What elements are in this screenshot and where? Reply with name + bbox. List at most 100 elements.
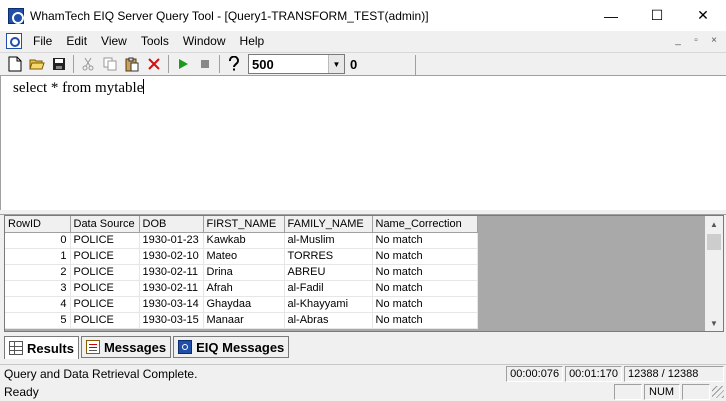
row-limit-value[interactable]: 500 — [249, 57, 328, 72]
table-row[interactable]: 5 POLICE 1930-03-15 Manaar al-Abras No m… — [5, 312, 478, 329]
cell-rowid[interactable]: 3 — [5, 280, 71, 297]
title-bar: WhamTech EIQ Server Query Tool - [Query1… — [0, 0, 726, 31]
mdi-minimize-button[interactable]: _ — [670, 34, 686, 48]
column-header-dob[interactable]: DOB — [139, 216, 204, 233]
cell-name-correction[interactable]: No match — [372, 296, 478, 313]
ready-text: Ready — [4, 385, 39, 399]
table-row[interactable]: 0 POLICE 1930-01-23 Kawkab al-Muslim No … — [5, 232, 478, 249]
mdi-close-button[interactable]: × — [706, 34, 722, 48]
maximize-button[interactable]: ☐ — [634, 0, 680, 31]
minimize-button[interactable]: — — [588, 0, 634, 31]
document-system-icon[interactable] — [6, 33, 22, 49]
menu-bar: File Edit View Tools Window Help _ ▫ × — [0, 31, 726, 51]
cell-dob[interactable]: 1930-02-11 — [139, 280, 204, 297]
query-text[interactable]: select * from mytable — [13, 79, 145, 97]
result-tabs: Results Messages EIQ Messages — [4, 336, 290, 359]
results-grid[interactable]: RowID Data Source DOB FIRST_NAME FAMILY_… — [4, 215, 724, 332]
scroll-down-icon[interactable]: ▼ — [705, 315, 723, 331]
cell-first-name[interactable]: Drina — [203, 264, 285, 281]
menu-edit[interactable]: Edit — [59, 31, 94, 51]
cell-family-name[interactable]: TORRES — [284, 248, 373, 265]
chevron-down-icon[interactable]: ▼ — [328, 55, 344, 73]
cell-data-source[interactable]: POLICE — [70, 248, 140, 265]
cell-data-source[interactable]: POLICE — [70, 312, 140, 329]
messages-icon — [85, 340, 100, 354]
status-row-count: 12388 / 12388 — [624, 365, 724, 382]
grid-icon — [9, 341, 23, 355]
delete-icon[interactable] — [143, 53, 165, 75]
stop-icon[interactable] — [194, 53, 216, 75]
cell-rowid[interactable]: 0 — [5, 232, 71, 249]
cell-name-correction[interactable]: No match — [372, 248, 478, 265]
help-icon[interactable] — [223, 53, 245, 75]
table-row[interactable]: 4 POLICE 1930-03-14 Ghaydaa al-Khayyami … — [5, 296, 478, 313]
cell-data-source[interactable]: POLICE — [70, 280, 140, 297]
tab-eiq-messages[interactable]: EIQ Messages — [173, 336, 290, 358]
column-header-family-name[interactable]: FAMILY_NAME — [284, 216, 373, 233]
cell-first-name[interactable]: Ghaydaa — [203, 296, 285, 313]
run-icon[interactable] — [172, 53, 194, 75]
query-editor[interactable]: select * from mytable — [0, 76, 726, 210]
table-row[interactable]: 3 POLICE 1930-02-11 Afrah al-Fadil No ma… — [5, 280, 478, 297]
menu-view[interactable]: View — [94, 31, 134, 51]
cell-name-correction[interactable]: No match — [372, 312, 478, 329]
close-button[interactable]: ✕ — [680, 0, 726, 31]
cell-first-name[interactable]: Manaar — [203, 312, 285, 329]
cell-dob[interactable]: 1930-02-10 — [139, 248, 204, 265]
cell-family-name[interactable]: ABREU — [284, 264, 373, 281]
cell-data-source[interactable]: POLICE — [70, 264, 140, 281]
cell-first-name[interactable]: Mateo — [203, 248, 285, 265]
row-limit-combobox[interactable]: 500 ▼ — [248, 54, 345, 74]
cell-family-name[interactable]: al-Khayyami — [284, 296, 373, 313]
resize-grip-icon[interactable] — [712, 386, 724, 398]
cell-name-correction[interactable]: No match — [372, 280, 478, 297]
cell-data-source[interactable]: POLICE — [70, 232, 140, 249]
cell-first-name[interactable]: Afrah — [203, 280, 285, 297]
toolbar: 500 ▼ 0 — [0, 52, 726, 76]
cell-dob[interactable]: 1930-01-23 — [139, 232, 204, 249]
query-status-bar: Query and Data Retrieval Complete. 00:00… — [0, 364, 726, 382]
column-header-name-correction[interactable]: Name_Correction — [372, 216, 478, 233]
cell-dob[interactable]: 1930-02-11 — [139, 264, 204, 281]
cell-rowid[interactable]: 4 — [5, 296, 71, 313]
tab-results[interactable]: Results — [4, 336, 79, 359]
scroll-up-icon[interactable]: ▲ — [705, 216, 723, 232]
cell-dob[interactable]: 1930-03-15 — [139, 312, 204, 329]
eiq-icon — [178, 340, 193, 354]
cell-rowid[interactable]: 2 — [5, 264, 71, 281]
copy-icon[interactable] — [99, 53, 121, 75]
scroll-thumb[interactable] — [707, 234, 721, 250]
menu-tools[interactable]: Tools — [134, 31, 176, 51]
menu-window[interactable]: Window — [176, 31, 233, 51]
status-time-1: 00:00:076 — [506, 365, 564, 382]
new-document-icon[interactable] — [4, 53, 26, 75]
cell-family-name[interactable]: al-Muslim — [284, 232, 373, 249]
column-header-first-name[interactable]: FIRST_NAME — [203, 216, 285, 233]
menu-help[interactable]: Help — [233, 31, 272, 51]
tab-messages[interactable]: Messages — [80, 336, 172, 358]
results-vertical-scrollbar[interactable]: ▲ ▼ — [705, 216, 723, 331]
cell-dob[interactable]: 1930-03-14 — [139, 296, 204, 313]
cut-icon[interactable] — [77, 53, 99, 75]
column-header-rowid[interactable]: RowID — [5, 216, 71, 233]
cell-first-name[interactable]: Kawkab — [203, 232, 285, 249]
table-row[interactable]: 2 POLICE 1930-02-11 Drina ABREU No match — [5, 264, 478, 281]
open-folder-icon[interactable] — [26, 53, 48, 75]
table-row[interactable]: 1 POLICE 1930-02-10 Mateo TORRES No matc… — [5, 248, 478, 265]
cell-name-correction[interactable]: No match — [372, 232, 478, 249]
cell-family-name[interactable]: al-Abras — [284, 312, 373, 329]
paste-icon[interactable] — [121, 53, 143, 75]
cell-rowid[interactable]: 5 — [5, 312, 71, 329]
caps-indicator — [614, 384, 642, 400]
cell-family-name[interactable]: al-Fadil — [284, 280, 373, 297]
scroll-indicator — [682, 384, 710, 400]
cell-name-correction[interactable]: No match — [372, 264, 478, 281]
mdi-restore-button[interactable]: ▫ — [688, 34, 704, 48]
cell-data-source[interactable]: POLICE — [70, 296, 140, 313]
column-header-data-source[interactable]: Data Source — [70, 216, 140, 233]
mdi-controls: _ ▫ × — [670, 34, 722, 48]
save-icon[interactable] — [48, 53, 70, 75]
menu-file[interactable]: File — [26, 31, 59, 51]
app-status-bar: Ready NUM — [0, 383, 726, 401]
cell-rowid[interactable]: 1 — [5, 248, 71, 265]
